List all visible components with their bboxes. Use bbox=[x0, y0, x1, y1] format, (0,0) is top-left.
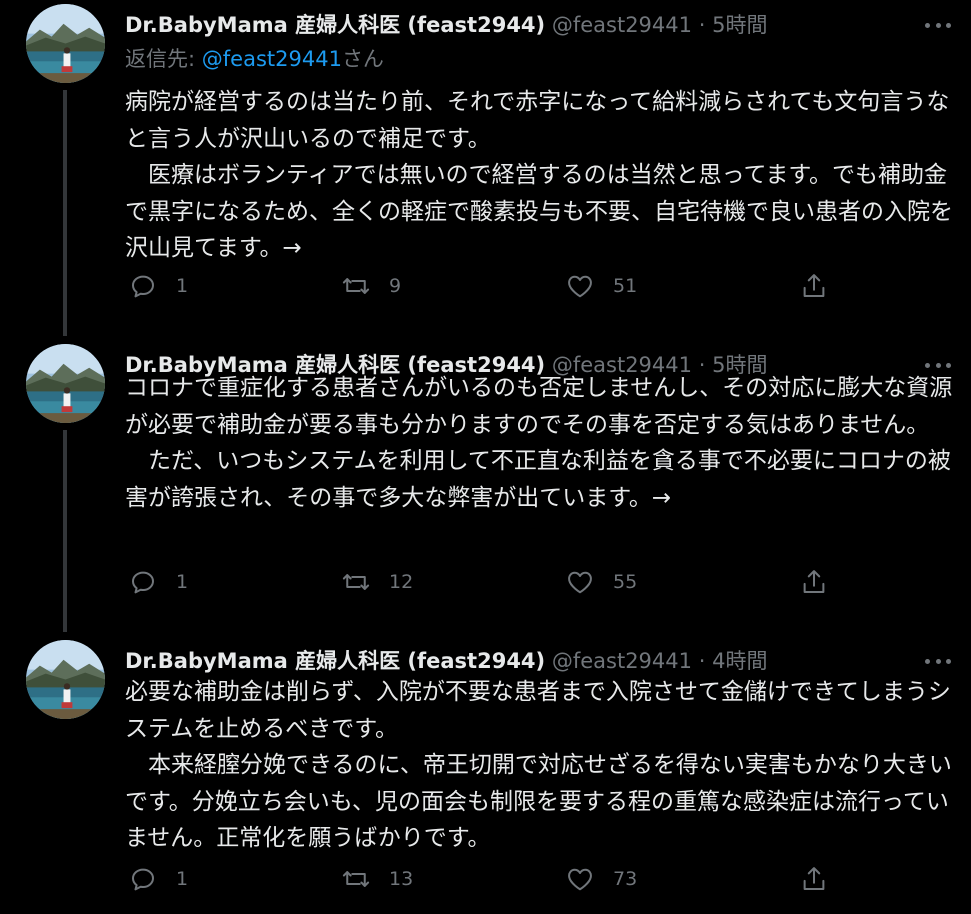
reply-icon bbox=[128, 567, 158, 597]
more-icon[interactable] bbox=[925, 8, 951, 42]
heart-icon bbox=[565, 864, 595, 894]
reply-button[interactable]: 1 bbox=[128, 266, 188, 306]
reply-count: 1 bbox=[176, 868, 189, 890]
separator-dot: · bbox=[698, 649, 706, 673]
retweet-button[interactable]: 12 bbox=[341, 562, 413, 602]
retweet-count: 13 bbox=[389, 868, 414, 890]
author-display-name[interactable]: Dr.BabyMama 産婦人科医 (feast2944) bbox=[125, 649, 545, 673]
like-button[interactable]: 73 bbox=[565, 859, 637, 899]
retweet-button[interactable]: 9 bbox=[341, 266, 401, 306]
tweet-timestamp[interactable]: 5時間 bbox=[712, 13, 767, 37]
more-icon[interactable] bbox=[925, 644, 951, 678]
avatar[interactable] bbox=[26, 344, 105, 423]
reply-count: 1 bbox=[176, 275, 189, 297]
tweet-header: Dr.BabyMama 産婦人科医 (feast2944) @feast2944… bbox=[125, 8, 951, 42]
thread-connector-line bbox=[63, 90, 67, 336]
reply-to-suffix: さん bbox=[341, 47, 384, 71]
share-button[interactable] bbox=[799, 562, 829, 602]
reply-button[interactable]: 1 bbox=[128, 859, 188, 899]
share-icon bbox=[799, 864, 829, 894]
heart-icon bbox=[565, 271, 595, 301]
reply-to-line: 返信先: @feast29441さん bbox=[125, 44, 384, 74]
tweet-actions: 1 13 73 bbox=[125, 859, 845, 899]
separator-dot: · bbox=[698, 13, 706, 37]
retweet-count: 9 bbox=[389, 275, 402, 297]
retweet-count: 12 bbox=[389, 571, 414, 593]
author-display-name[interactable]: Dr.BabyMama 産婦人科医 (feast2944) bbox=[125, 13, 545, 37]
tweet-text: 必要な補助金は削らず、入院が不要な患者まで入院させて金儲けできてしまうシステムを… bbox=[125, 679, 952, 851]
retweet-icon bbox=[341, 567, 371, 597]
retweet-button[interactable]: 13 bbox=[341, 859, 413, 899]
share-icon bbox=[799, 567, 829, 597]
avatar[interactable] bbox=[26, 4, 105, 83]
avatar-image bbox=[26, 640, 105, 719]
share-button[interactable] bbox=[799, 859, 829, 899]
share-icon bbox=[799, 271, 829, 301]
reply-icon bbox=[128, 271, 158, 301]
tweet-actions: 1 12 55 bbox=[125, 562, 845, 602]
tweet-text: コロナで重症化する患者さんがいるのも否定しませんし、その対応に膨大な資源が必要で… bbox=[125, 375, 953, 511]
reply-count: 1 bbox=[176, 571, 189, 593]
share-button[interactable] bbox=[799, 266, 829, 306]
reply-icon bbox=[128, 864, 158, 894]
tweet-text: 病院が経営するのは当たり前、それで赤字になって給料減らされても文句言うなと言う人… bbox=[125, 89, 953, 261]
tweet-timestamp[interactable]: 4時間 bbox=[712, 649, 767, 673]
tweet-actions: 1 9 51 bbox=[125, 266, 845, 306]
reply-to-prefix: 返信先: bbox=[125, 47, 202, 71]
like-count: 51 bbox=[613, 275, 638, 297]
thread-connector-line bbox=[63, 430, 67, 632]
author-handle[interactable]: @feast29441 bbox=[552, 13, 692, 37]
avatar-image bbox=[26, 4, 105, 83]
retweet-icon bbox=[341, 271, 371, 301]
reply-to-mention-link[interactable]: @feast29441 bbox=[202, 47, 342, 71]
like-button[interactable]: 51 bbox=[565, 266, 637, 306]
tweet-thread: Dr.BabyMama 産婦人科医 (feast2944) @feast2944… bbox=[0, 0, 971, 914]
author-handle[interactable]: @feast29441 bbox=[552, 649, 692, 673]
like-count: 55 bbox=[613, 571, 638, 593]
like-button[interactable]: 55 bbox=[565, 562, 637, 602]
avatar-image bbox=[26, 344, 105, 423]
avatar[interactable] bbox=[26, 640, 105, 719]
heart-icon bbox=[565, 567, 595, 597]
like-count: 73 bbox=[613, 868, 638, 890]
reply-button[interactable]: 1 bbox=[128, 562, 188, 602]
retweet-icon bbox=[341, 864, 371, 894]
tweet-header: Dr.BabyMama 産婦人科医 (feast2944) @feast2944… bbox=[125, 644, 951, 678]
